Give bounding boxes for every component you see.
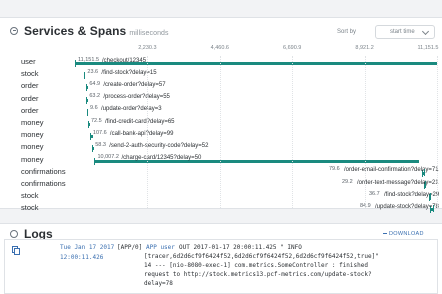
span-service: money [21,154,44,164]
grid-line [147,56,149,208]
grid-line [219,56,221,208]
span-endpoint: /call-bank-api?delay=99 [109,130,174,137]
log-date: Tue Jan 17 2017 [60,244,115,251]
span-service: order [21,81,39,91]
span-endpoint: /update-order?delay=3 [101,106,162,113]
collapse-icon[interactable] [10,230,18,238]
span-bar[interactable] [86,96,89,104]
span-row[interactable]: order 63.2/process-order?delay=55 [0,93,442,105]
span-row[interactable]: order 64.9/create-order?delay=57 [0,80,442,92]
panel-title: Services & Spans milliseconds [24,24,169,38]
panel-subtitle: milliseconds [129,30,169,37]
span-service: order [21,105,39,115]
span-row[interactable]: stock 36.7/find-stock?delay=29 [0,190,442,202]
span-row[interactable]: stock 23.6/find-stock?delay=15 [0,68,442,80]
services-spans-panel: Services & Spans milliseconds Sort by sta… [0,17,442,214]
grid-line [292,56,294,208]
span-service: confirmations [21,166,66,176]
span-duration: 107.6 [92,129,107,136]
span-service: confirmations [21,179,66,188]
span-row[interactable]: order 9.6/update-order?delay=3 [0,105,442,117]
span-endpoint: /create-order?delay=57 [103,81,166,88]
span-service: stock [21,203,39,213]
span-row[interactable]: money 107.6/call-bank-api?delay=99 [0,129,442,141]
grid-line [364,56,366,208]
span-duration: 29.2 [342,178,353,185]
copy-icon[interactable] [12,246,20,255]
log-line: delay=78 [144,280,173,287]
span-row[interactable]: money 72.5/find-credit-card?delay=65 [0,117,442,129]
logs-panel: Logs DOWNLOAD Tue Jan 17 2017 12:00:11.4… [0,223,442,294]
sort-by-label: Sort by [337,29,357,35]
span-endpoint: /checkout/12345 [102,57,147,64]
span-bar[interactable] [87,121,91,128]
download-label: DOWNLOAD [389,231,424,237]
axis-tick-label: 4,460.6 [210,45,229,51]
log-app-user: APP user [146,244,175,251]
span-duration: 10,007.2 [97,154,119,161]
span-duration: 36.7 [369,190,380,197]
span-duration: 58.3 [95,141,106,148]
span-service: stock [21,69,39,79]
span-endpoint: /process-order?delay=55 [103,94,170,101]
span-bar[interactable] [84,72,86,80]
log-line: 14 --- [nio-8080-exec-1] com.metrics.Som… [144,262,368,269]
span-duration: 79.6 [329,166,340,173]
span-endpoint: /update-stock?delay=78 [375,203,439,210]
span-duration: 63.2 [89,93,101,100]
chevron-down-icon [421,27,430,36]
span-endpoint: /find-stock?delay=29 [384,191,440,198]
span-service: user [21,57,36,66]
span-endpoint: /charge-card/12345?delay=50 [121,155,202,162]
span-duration: 9.6 [90,105,98,112]
span-row[interactable]: confirmations 79.6/order-email-confirmati… [0,166,442,178]
span-service: order [21,93,39,103]
span-row[interactable]: stock 84.9/update-stock?delay=78 [0,202,442,214]
sort-select-value: start time [390,28,415,35]
span-duration: 11,151.5 [78,56,100,63]
grid-line [437,56,438,208]
sort-select[interactable]: start time [375,25,435,39]
span-endpoint: /find-credit-card?delay=65 [104,118,175,125]
log-time: 12:00:11.426 [60,254,104,261]
span-service: money [21,130,44,140]
span-row[interactable]: money 58.3/send-2-auth-security-code?dela… [0,141,442,153]
log-source: [APP/0] [117,244,143,251]
download-link[interactable]: DOWNLOAD [383,230,424,237]
span-endpoint: /order-text-message?delay=21 [357,179,439,186]
span-bar[interactable] [92,145,95,153]
span-bar[interactable] [87,108,88,116]
log-line: request to http://stock.metrics13.pcf-me… [144,271,372,278]
span-end-marker [432,205,434,213]
span-duration: 23.6 [87,68,99,75]
axis-tick-label: 2,230.3 [138,45,157,51]
span-end-marker [424,168,426,176]
span-end-marker [425,181,427,188]
span-end-marker [429,193,431,201]
span-row[interactable]: user 11,151.5/checkout/12345 [0,56,442,68]
span-row[interactable]: money 10,007.2/charge-card/12345?delay=50 [0,154,442,166]
span-service: money [21,118,44,127]
axis-tick-label: 6,690.9 [283,45,302,51]
log-line: OUT 2017-01-17 20:00:11.425 " INFO [179,244,302,251]
span-service: money [21,142,44,152]
span-bar[interactable] [86,84,89,92]
log-line: [tracer,6d2d6cf9f6424f52,6d2d6cf9f6424f5… [144,253,379,260]
collapse-icon[interactable] [10,27,18,35]
spans-panel-header: Services & Spans milliseconds Sort by sta… [0,18,442,45]
download-icon [383,229,387,234]
span-service: stock [21,191,39,201]
span-endpoint: /send-2-auth-security-code?delay=52 [109,142,209,149]
span-duration: 64.9 [89,80,101,87]
axis-tick-label: 8,921.2 [355,45,374,51]
span-duration: 72.5 [90,117,102,124]
axis-tick-label: 11,151.5 [417,45,439,51]
span-row[interactable]: confirmations 29.2/order-text-message?del… [0,178,442,190]
